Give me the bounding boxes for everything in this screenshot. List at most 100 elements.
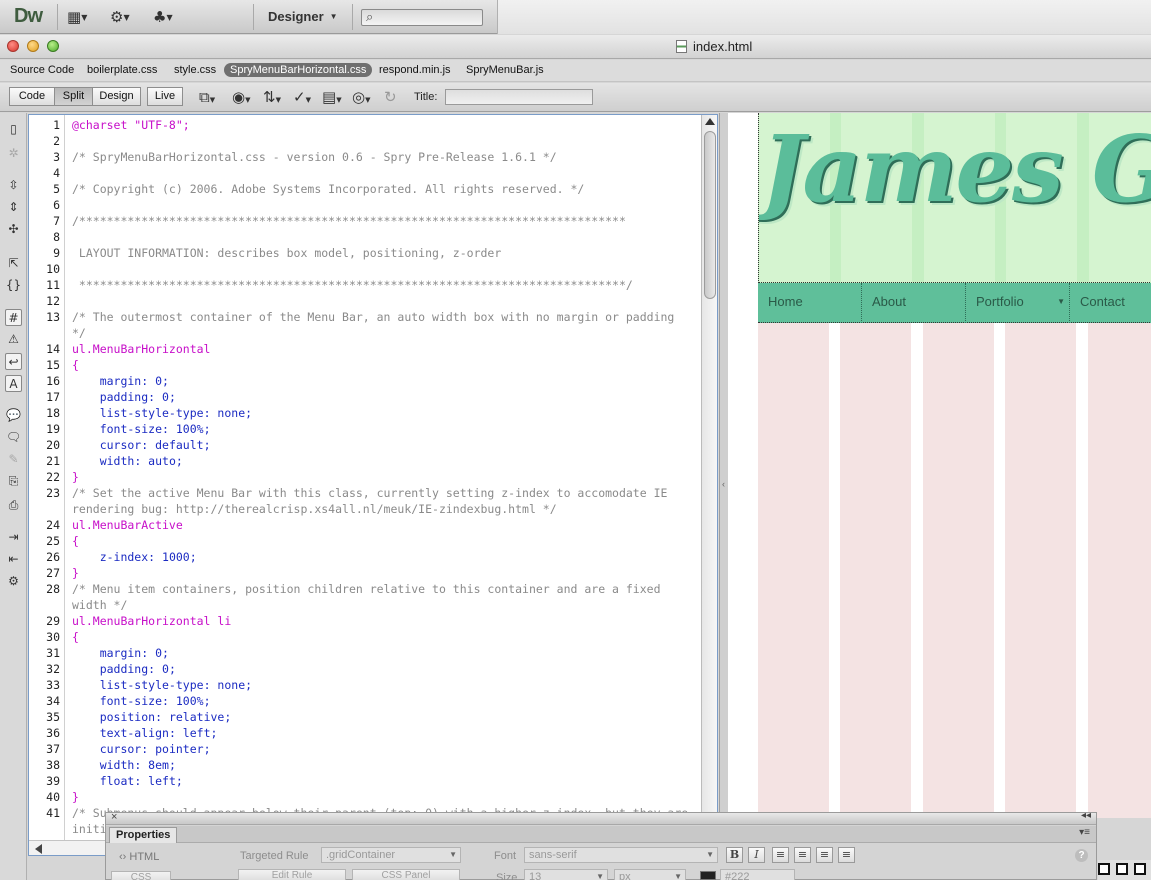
text-color-input[interactable]: #222 [720,869,795,880]
file-management-icon[interactable]: ⇅▼ [263,88,281,106]
related-file-source-code[interactable]: Source Code [10,64,74,76]
spry-menu-bar[interactable]: Home About Portfolio ▼ Contact [758,283,1151,323]
help-icon[interactable]: ? [1075,849,1088,862]
targeted-rule-select[interactable]: .gridContainer ▼ [321,847,461,863]
layout-menu-icon[interactable]: ▦▼ [67,8,95,26]
code-line[interactable]: padding: 0; [72,661,176,677]
document-title-input[interactable] [445,89,593,105]
minimize-window-button[interactable] [27,40,39,52]
code-line[interactable]: { [72,357,79,373]
code-line[interactable]: width: auto; [72,453,183,469]
collapse-full-tag-icon[interactable]: ⇳ [5,177,22,194]
css-mode-button[interactable]: CSS [111,871,171,880]
code-line[interactable]: position: relative; [72,709,232,725]
indent-code-icon[interactable]: ⇥ [5,529,22,546]
code-line[interactable]: } [72,469,79,485]
tablet-size-icon[interactable] [1116,863,1128,875]
code-line[interactable]: { [72,533,79,549]
code-line[interactable]: /* Copyright (c) 2006. Adobe Systems Inc… [72,181,584,197]
size-select[interactable]: 13 ▼ [524,869,608,880]
code-line[interactable]: /***************************************… [72,213,626,229]
css-panel-button[interactable]: CSS Panel [352,869,460,880]
code-line[interactable]: /* Menu item containers, position childr… [72,581,661,597]
related-file-respond-js[interactable]: respond.min.js [379,64,451,76]
code-line[interactable]: */ [72,325,86,341]
select-parent-tag-icon[interactable]: ⇱ [5,255,22,272]
font-select[interactable]: sans-serif ▼ [524,847,718,863]
multiscreen-icon[interactable]: ⧉▼ [199,88,215,106]
code-line[interactable]: } [72,789,79,805]
size-unit-select[interactable]: px ▼ [614,869,686,880]
bold-button[interactable]: B [726,847,743,863]
wrap-tag-icon[interactable]: ✎ [5,451,22,468]
live-view-button[interactable]: Live [147,87,183,106]
align-left-icon[interactable]: ≡ [772,847,789,863]
menu-item-home[interactable]: Home [758,283,862,323]
code-line[interactable]: cursor: pointer; [72,741,211,757]
code-line[interactable]: list-style-type: none; [72,677,252,693]
code-editor[interactable]: @charset "UTF-8"; /* SpryMenuBarHorizonta… [72,115,702,855]
html-mode-button[interactable]: ‹› HTML [119,851,159,863]
apply-comment-icon[interactable]: 💬 [5,407,22,424]
recent-snippets-icon[interactable]: ⎘ [5,473,22,490]
related-file-boilerplate-css[interactable]: boilerplate.css [87,64,157,76]
code-line[interactable]: width */ [72,597,127,613]
code-line[interactable]: font-size: 100%; [72,693,211,709]
code-line[interactable]: font-size: 100%; [72,421,211,437]
scroll-thumb[interactable] [704,131,716,299]
tab-properties[interactable]: Properties [109,827,178,843]
balance-braces-icon[interactable]: {} [5,277,22,294]
design-view-button[interactable]: Design [92,87,141,106]
code-line[interactable]: { [72,629,79,645]
code-line[interactable]: float: left; [72,773,183,789]
highlight-invalid-code-icon[interactable]: ⚠ [5,331,22,348]
code-line[interactable]: rendering bug: http://therealcrisp.xs4al… [72,501,557,517]
workspace-switcher[interactable]: Designer ▼ [268,9,338,24]
justify-icon[interactable]: ≡ [838,847,855,863]
close-window-button[interactable] [7,40,19,52]
desktop-size-icon[interactable] [1134,863,1146,875]
format-source-code-icon[interactable]: ⚙ [5,573,22,590]
menu-item-about[interactable]: About [862,283,966,323]
preview-browser-icon[interactable]: ◉▼ [232,88,250,106]
code-line[interactable]: /* SpryMenuBarHorizontal.css - version 0… [72,149,557,165]
code-line[interactable]: } [72,565,79,581]
scroll-up-arrow-icon[interactable] [705,118,715,125]
text-color-swatch[interactable] [700,871,716,880]
syntax-coloring-icon[interactable]: A [5,375,22,392]
split-view-divider[interactable]: ‹ [719,113,728,818]
open-documents-icon[interactable]: ▯ [5,121,22,138]
code-line[interactable]: ul.MenuBarActive [72,517,183,533]
page-header[interactable]: James Ge [758,113,1151,283]
code-line[interactable]: LAYOUT INFORMATION: describes box model,… [72,245,501,261]
check-browser-icon[interactable]: ◎▼ [352,88,370,106]
help-search-input[interactable]: ⌕ [361,9,483,26]
code-line[interactable]: width: 8em; [72,757,176,773]
code-line[interactable]: ul.MenuBarHorizontal [72,341,210,357]
menu-item-contact[interactable]: Contact [1070,283,1151,323]
outdent-code-icon[interactable]: ⇤ [5,551,22,568]
align-center-icon[interactable]: ≡ [794,847,811,863]
code-view-button[interactable]: Code [9,87,55,106]
visual-aids-icon[interactable]: ▤▼ [322,88,342,106]
edit-rule-button[interactable]: Edit Rule [238,869,346,880]
code-line[interactable]: list-style-type: none; [72,405,252,421]
move-css-icon[interactable]: ⎙ [5,497,22,514]
related-file-style-css[interactable]: style.css [174,64,216,76]
align-right-icon[interactable]: ≡ [816,847,833,863]
code-line[interactable]: cursor: default; [72,437,211,453]
expand-all-icon[interactable]: ✣ [5,221,22,238]
code-line[interactable]: ****************************************… [72,277,633,293]
code-line[interactable]: text-align: left; [72,725,218,741]
line-numbers-icon[interactable]: # [5,309,22,326]
split-view-button[interactable]: Split [54,87,93,106]
design-view[interactable]: James Ge Home About Portfolio ▼ Contact [728,113,1151,818]
w3c-validation-icon[interactable]: ✓▼ [293,88,311,106]
remove-comment-icon[interactable]: 🗨 [5,429,22,446]
close-icon[interactable]: × [111,811,117,823]
code-line[interactable]: padding: 0; [72,389,176,405]
scroll-left-arrow-icon[interactable] [35,844,42,854]
code-line[interactable]: ul.MenuBarHorizontal li [72,613,231,629]
site-menu-icon[interactable]: ♣▼ [153,8,181,26]
zoom-window-button[interactable] [47,40,59,52]
